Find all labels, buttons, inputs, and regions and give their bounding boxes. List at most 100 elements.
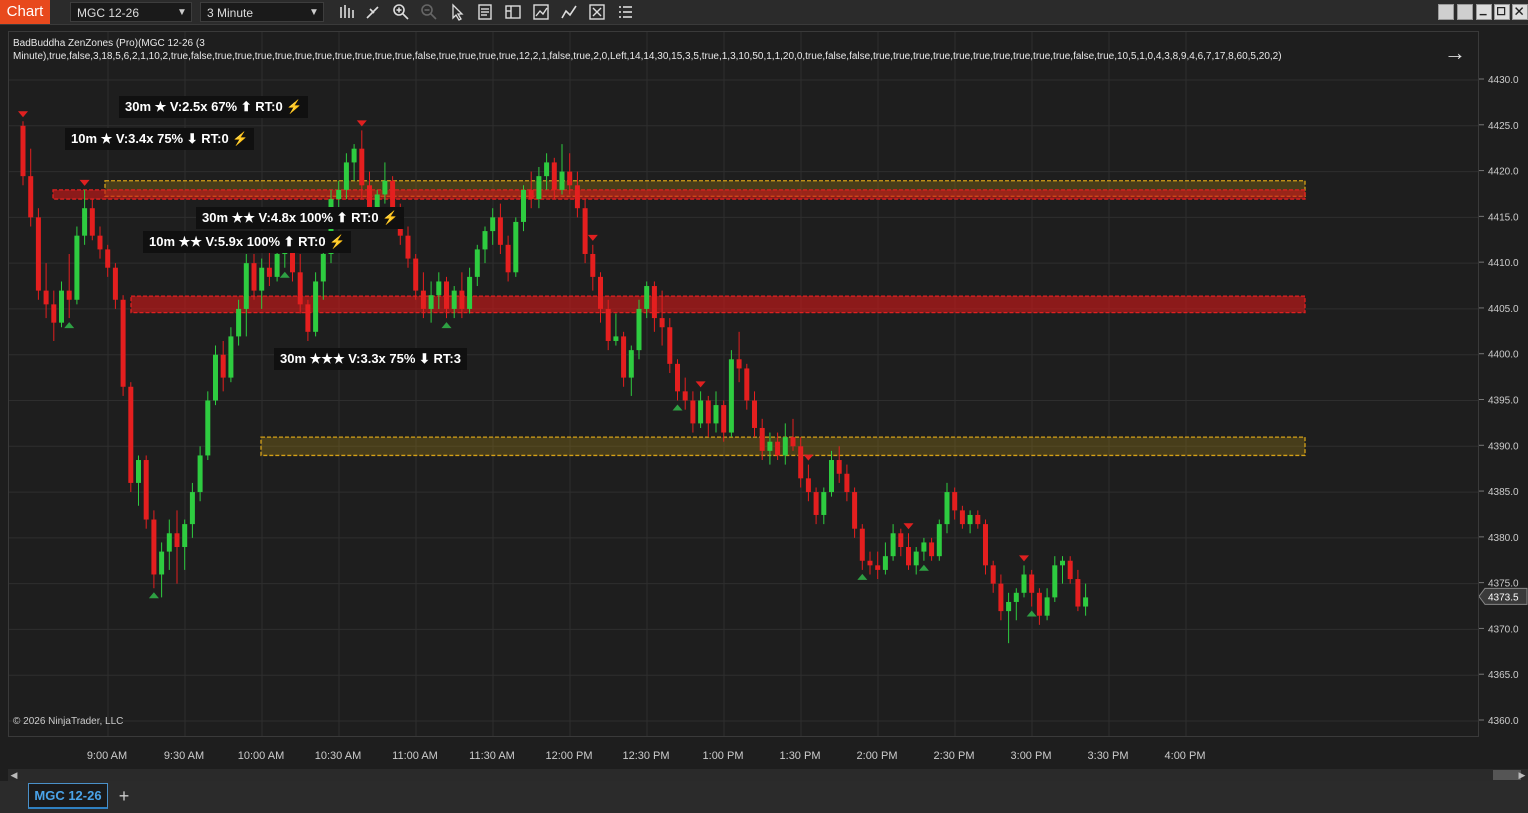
candle-body (351, 148, 357, 163)
candle-body (1075, 579, 1081, 607)
candle-body (859, 528, 865, 561)
candle-body (1060, 560, 1065, 566)
copyright-text: © 2026 NinjaTrader, LLC (13, 716, 124, 727)
instrument-label: MGC 12-26 (77, 6, 140, 20)
draw-tools-icon[interactable] (364, 3, 382, 21)
time-tick-label: 1:30 PM (780, 750, 821, 762)
list-icon[interactable] (616, 3, 634, 21)
candle-body (544, 162, 550, 177)
candle-body (1013, 592, 1019, 602)
instrument-selector[interactable]: MGC 12-26 ▼ (70, 2, 192, 22)
time-tick-label: 2:30 PM (934, 750, 975, 762)
candle-body (821, 492, 827, 515)
price-tick-label: 4405.0 (1488, 304, 1519, 315)
chevron-down-icon[interactable]: ▼ (307, 3, 321, 21)
maximize-icon[interactable] (1494, 4, 1510, 20)
candle-body (297, 272, 303, 305)
properties-icon[interactable] (504, 3, 522, 21)
candle-body (536, 176, 542, 200)
candle-body (490, 217, 496, 232)
candle-body (836, 460, 842, 474)
candle-body (89, 208, 95, 236)
candle-body (636, 308, 642, 351)
indicators-icon[interactable] (560, 3, 578, 21)
pointer-icon[interactable] (448, 3, 466, 21)
minimize-icon[interactable] (1476, 4, 1492, 20)
candle-body (505, 244, 511, 273)
price-tick-label: 4390.0 (1488, 441, 1519, 452)
zoom-out-icon[interactable] (420, 3, 438, 21)
candle-body (413, 258, 419, 291)
candle-body (952, 492, 958, 511)
candle-body (936, 524, 942, 557)
candle-body (97, 235, 103, 250)
candle-body (752, 400, 757, 428)
timeframe-selector[interactable]: 3 Minute ▼ (200, 2, 324, 22)
candle-body (305, 304, 311, 332)
candle-body (875, 565, 881, 570)
candle-body (166, 533, 172, 552)
time-tick-label: 1:00 PM (703, 750, 744, 762)
tab-mgc[interactable]: MGC 12-26 (28, 783, 108, 809)
zoom-in-icon[interactable] (392, 3, 410, 21)
candle-body (867, 560, 873, 566)
arrow-right-icon[interactable]: → (1444, 40, 1466, 66)
timeframe-label: 3 Minute (207, 6, 254, 20)
templates-icon[interactable] (588, 3, 606, 21)
price-tick-label: 4400.0 (1488, 350, 1519, 361)
candle-body (1044, 597, 1050, 616)
candle-body (336, 189, 342, 200)
strategies-icon[interactable] (532, 3, 550, 21)
candle-body (28, 176, 34, 218)
scroll-right-icon[interactable]: ▶ (1516, 769, 1528, 781)
candle-body (112, 267, 118, 300)
candle-body (798, 446, 804, 479)
candle-body (621, 336, 627, 378)
time-tick-label: 11:30 AM (469, 750, 515, 762)
horizontal-scrollbar[interactable]: ◀ ▶ (8, 769, 1528, 781)
candle-body (251, 263, 257, 291)
candle-body (436, 281, 442, 296)
bar-type-icon[interactable] (337, 3, 355, 21)
price-tick-label: 4370.0 (1488, 624, 1519, 635)
candle-body (35, 217, 41, 291)
candle-body (651, 286, 657, 319)
price-tick-label: 4385.0 (1488, 487, 1519, 498)
swing-low-marker (672, 404, 683, 411)
time-axis[interactable]: 9:00 AM 9:30 AM 10:00 AM 10:30 AM 11:00 AM 11… (8, 737, 1479, 767)
cascade-window-icon[interactable] (1457, 4, 1473, 20)
zone-rect (52, 189, 1306, 200)
time-tick-label: 2:00 PM (857, 750, 898, 762)
swing-high-marker (695, 381, 706, 388)
zone-tag: 30m ★ V:2.5x 67% ⬆ RT:0 ⚡ (119, 96, 309, 118)
swing-high-marker (1019, 555, 1029, 562)
scroll-left-icon[interactable]: ◀ (8, 769, 20, 781)
add-tab-button[interactable]: + (112, 783, 136, 809)
chevron-down-icon[interactable]: ▼ (175, 3, 189, 21)
candle-body (382, 180, 388, 195)
candle-body (343, 162, 349, 190)
candle-body (913, 551, 919, 566)
candle-body (521, 189, 526, 222)
time-tick-label: 4:00 PM (1165, 750, 1206, 762)
candle-body (482, 231, 488, 250)
candle-body (467, 276, 473, 309)
candle-body (990, 565, 996, 584)
candle-body (790, 437, 796, 447)
chart-tab[interactable]: Chart (0, 0, 50, 24)
candle-body (551, 162, 557, 190)
candle-body (713, 405, 719, 424)
candle-body (205, 400, 211, 456)
swing-high-marker (903, 523, 914, 530)
candle-body (266, 267, 272, 277)
candle-body (782, 437, 788, 456)
price-axis[interactable]: 4430.0 4425.0 4420.0 4415.0 4410.0 4405.0 4400… (1478, 31, 1528, 737)
price-tick-label: 4425.0 (1488, 121, 1519, 132)
tile-window-icon[interactable] (1438, 4, 1454, 20)
data-box-icon[interactable] (476, 3, 494, 21)
candle-body (844, 473, 850, 493)
candle-body (74, 235, 80, 300)
swing-high-marker (18, 111, 28, 118)
close-icon[interactable] (1512, 4, 1528, 20)
candle-body (728, 359, 734, 433)
